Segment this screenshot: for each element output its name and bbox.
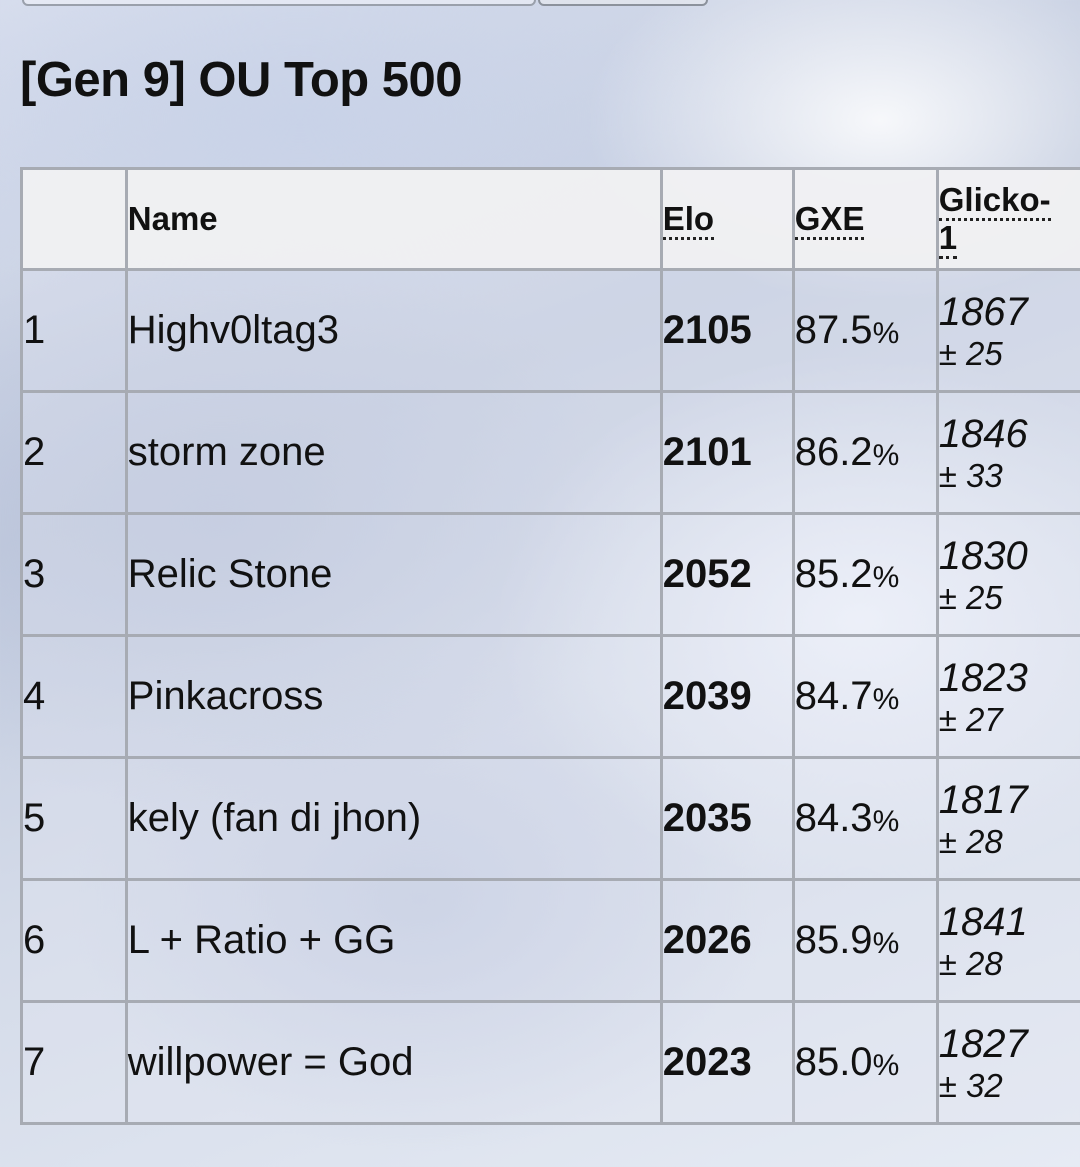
- glicko-cell: 1846 ± 33: [935, 390, 1080, 515]
- rank-cell: 6: [20, 878, 128, 1003]
- glicko-cell: 1817 ± 28: [935, 756, 1080, 881]
- header-elo-label[interactable]: Elo: [662, 200, 715, 240]
- rank-cell: 1: [20, 268, 128, 393]
- table-row: 5 kely (fan di jhon) 2035 84.3% 1817 ± 28: [20, 756, 1080, 881]
- header-glicko: Glicko- 1: [935, 167, 1080, 271]
- table-row: 7 willpower = God 2023 85.0% 1827 ± 32: [20, 1000, 1080, 1125]
- glicko-rating: 1817: [938, 777, 1028, 822]
- glicko-deviation: ± 33: [938, 456, 1003, 494]
- gxe-value: 85.2: [794, 552, 873, 596]
- header-elo: Elo: [659, 167, 795, 271]
- search-button[interactable]: [538, 0, 708, 6]
- gxe-cell: 85.9%: [791, 878, 939, 1003]
- gxe-value: 87.5: [794, 308, 873, 352]
- glicko-deviation: ± 25: [938, 334, 1003, 372]
- page-title: [Gen 9] OU Top 500: [20, 53, 463, 107]
- glicko-deviation: ± 28: [938, 822, 1003, 860]
- glicko-deviation: ± 25: [938, 578, 1003, 616]
- header-glicko-label-line2[interactable]: 1: [938, 219, 958, 259]
- player-name[interactable]: L + Ratio + GG: [124, 878, 663, 1003]
- glicko-deviation: ± 28: [938, 944, 1003, 982]
- table-row: 4 Pinkacross 2039 84.7% 1823 ± 27: [20, 634, 1080, 759]
- gxe-cell: 84.7%: [791, 634, 939, 759]
- elo-cell: 2052: [659, 512, 795, 637]
- glicko-rating: 1867: [938, 289, 1028, 334]
- glicko-cell: 1830 ± 25: [935, 512, 1080, 637]
- gxe-value: 84.3: [794, 796, 873, 840]
- player-name[interactable]: kely (fan di jhon): [124, 756, 663, 881]
- gxe-percent-sign: %: [872, 561, 900, 594]
- glicko-cell: 1823 ± 27: [935, 634, 1080, 759]
- gxe-cell: 86.2%: [791, 390, 939, 515]
- gxe-cell: 84.3%: [791, 756, 939, 881]
- rank-cell: 2: [20, 390, 128, 515]
- table-row: 6L + Ratio + GG 2026 85.9% 1841 ± 28: [20, 878, 1080, 1003]
- gxe-cell: 87.5%: [791, 268, 939, 393]
- gxe-percent-sign: %: [872, 683, 900, 716]
- gxe-value: 85.9: [794, 918, 873, 962]
- elo-cell: 2035: [659, 756, 795, 881]
- rank-cell: 4: [20, 634, 128, 759]
- glicko-rating: 1830: [938, 533, 1028, 578]
- gxe-value: 84.7: [794, 674, 873, 718]
- glicko-rating: 1841: [938, 899, 1028, 944]
- elo-cell: 2105: [659, 268, 795, 393]
- glicko-cell: 1867 ± 25: [935, 268, 1080, 393]
- gxe-percent-sign: %: [872, 439, 900, 472]
- player-name[interactable]: storm zone: [124, 390, 663, 515]
- gxe-percent-sign: %: [872, 805, 900, 838]
- header-glicko-label-line1[interactable]: Glicko-: [938, 181, 1051, 221]
- rank-cell: 5: [20, 756, 128, 881]
- table-header-row: Name Elo GXE Glicko- 1: [20, 167, 1080, 271]
- player-name[interactable]: Pinkacross: [124, 634, 663, 759]
- gxe-cell: 85.2%: [791, 512, 939, 637]
- elo-cell: 2023: [659, 1000, 795, 1125]
- glicko-rating: 1823: [938, 655, 1028, 700]
- table-row: 1 Highv0ltag3 2105 87.5% 1867 ± 25: [20, 268, 1080, 393]
- ladder-table: Name Elo GXE Glicko- 1 1 Highv0ltag3 2105 87…: [20, 167, 1080, 1125]
- glicko-deviation: ± 27: [938, 700, 1003, 738]
- gxe-value: 86.2: [794, 430, 873, 474]
- header-rank: [20, 167, 128, 271]
- glicko-rating: 1846: [938, 411, 1028, 456]
- gxe-percent-sign: %: [872, 317, 900, 350]
- header-gxe-label[interactable]: GXE: [794, 200, 865, 240]
- glicko-cell: 1841 ± 28: [935, 878, 1080, 1003]
- glicko-rating: 1827: [938, 1021, 1028, 1066]
- gxe-value: 85.0: [794, 1040, 873, 1084]
- player-name[interactable]: willpower = God: [124, 1000, 663, 1125]
- header-gxe: GXE: [791, 167, 939, 271]
- elo-cell: 2026: [659, 878, 795, 1003]
- rank-cell: 7: [20, 1000, 128, 1125]
- gxe-percent-sign: %: [872, 1049, 900, 1082]
- rank-cell: 3: [20, 512, 128, 637]
- glicko-cell: 1827 ± 32: [935, 1000, 1080, 1125]
- search-input[interactable]: [22, 0, 536, 6]
- glicko-deviation: ± 32: [938, 1066, 1003, 1104]
- table-row: 3 Relic Stone 2052 85.2% 1830 ± 25: [20, 512, 1080, 637]
- elo-cell: 2039: [659, 634, 795, 759]
- table-row: 2 storm zone 2101 86.2% 1846 ± 33: [20, 390, 1080, 515]
- gxe-cell: 85.0%: [791, 1000, 939, 1125]
- gxe-percent-sign: %: [872, 927, 900, 960]
- player-name[interactable]: Highv0ltag3: [124, 268, 663, 393]
- header-name: Name: [124, 167, 663, 271]
- player-name[interactable]: Relic Stone: [124, 512, 663, 637]
- elo-cell: 2101: [659, 390, 795, 515]
